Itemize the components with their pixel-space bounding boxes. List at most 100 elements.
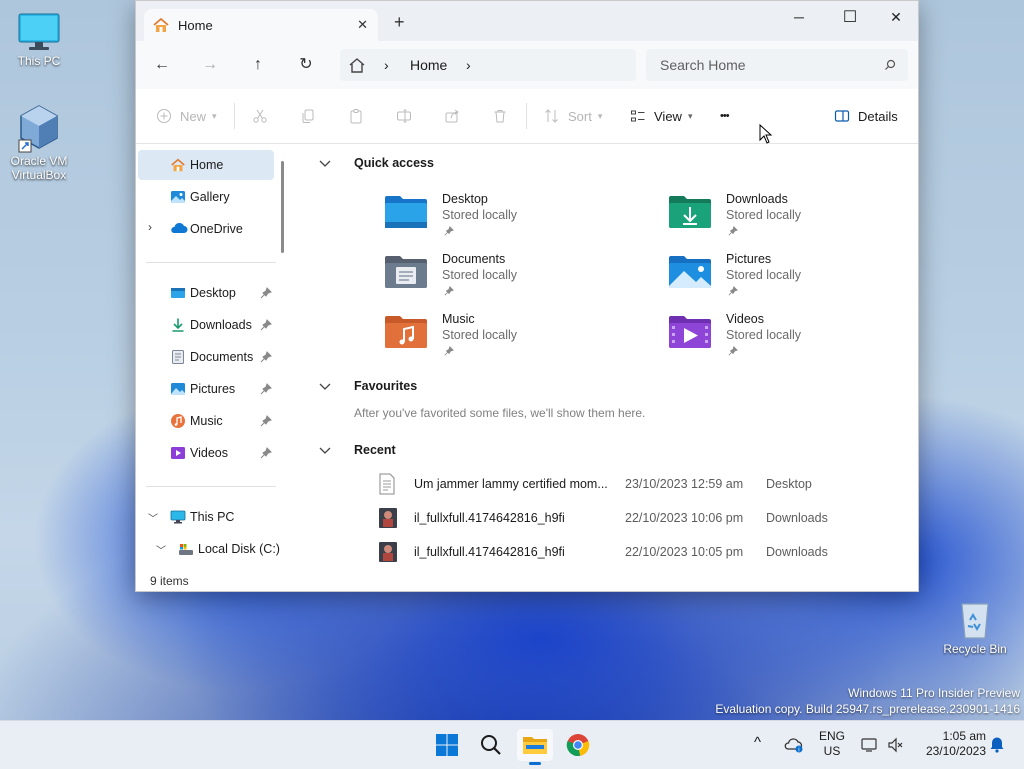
sidebar-item-pictures[interactable]: Pictures — [138, 374, 274, 404]
home-icon[interactable] — [348, 57, 366, 73]
language-code: ENG — [818, 729, 845, 743]
rename-button[interactable] — [396, 105, 412, 127]
region-code: US — [823, 744, 841, 758]
copy-button[interactable] — [300, 105, 316, 127]
close-button[interactable]: ✕ — [873, 5, 918, 29]
taskbar-file-explorer[interactable] — [517, 729, 553, 765]
clock[interactable]: 1:05 am 23/10/2023 — [914, 729, 986, 759]
monitor-icon — [170, 510, 186, 524]
pin-icon — [260, 287, 272, 299]
sidebar-item-local-disk[interactable]: ﹀ Local Disk (C:) — [138, 534, 284, 564]
quick-access-status: Stored locally — [726, 328, 802, 342]
chevron-right-icon[interactable]: › — [148, 220, 152, 234]
sidebar-item-onedrive[interactable]: › OneDrive — [138, 214, 274, 244]
section-header-favourites[interactable]: Favourites — [319, 379, 417, 393]
more-options-button[interactable]: ••• — [720, 105, 730, 127]
details-pane-button[interactable]: Details — [834, 105, 898, 127]
sidebar-item-label: OneDrive — [190, 222, 243, 236]
sidebar-item-label: Music — [190, 414, 223, 428]
start-button[interactable] — [429, 729, 465, 761]
share-icon — [445, 109, 459, 123]
clipboard-icon — [350, 109, 362, 124]
chevron-down-icon — [319, 160, 331, 167]
language-indicator[interactable]: ENG US — [816, 729, 848, 759]
search-box[interactable]: Search Home — [646, 49, 908, 81]
minimize-button[interactable]: ─ — [776, 5, 822, 29]
quick-access-music[interactable]: Music Stored locally — [384, 312, 644, 368]
monitor-icon — [18, 13, 60, 50]
pictures-icon — [171, 383, 185, 395]
address-bar[interactable]: › Home › — [340, 49, 636, 81]
new-button[interactable]: New ▾ — [156, 105, 217, 127]
network-icon[interactable] — [861, 737, 879, 753]
forward-button[interactable]: → — [198, 55, 222, 75]
sidebar-item-documents[interactable]: Documents — [138, 342, 274, 372]
paste-button[interactable] — [348, 105, 364, 127]
sidebar-scrollbar[interactable] — [281, 161, 284, 253]
pictures-folder-icon — [669, 256, 711, 288]
recent-file-name: Um jammer lammy certified mom... — [414, 477, 608, 491]
taskbar-chrome[interactable] — [560, 729, 596, 761]
cut-button[interactable] — [252, 105, 268, 127]
recent-row[interactable]: il_fullxfull.4174642816_h9fi 22/10/2023 … — [378, 505, 918, 533]
sidebar-item-gallery[interactable]: Gallery — [138, 182, 274, 212]
clock-date: 23/10/2023 — [925, 744, 986, 758]
pin-icon — [728, 226, 738, 236]
pin-icon — [260, 447, 272, 459]
recent-file-date: 22/10/2023 10:05 pm — [625, 545, 744, 559]
section-header-quick-access[interactable]: Quick access — [319, 156, 434, 170]
notification-bell-icon[interactable] — [989, 735, 1005, 753]
sidebar-item-downloads[interactable]: Downloads — [138, 310, 274, 340]
back-button[interactable]: ← — [150, 55, 174, 75]
hidden-icons-chevron[interactable]: ^ — [754, 735, 761, 750]
pin-icon — [728, 286, 738, 296]
quick-access-documents[interactable]: Documents Stored locally — [384, 252, 644, 308]
new-tab-button[interactable]: + — [394, 13, 405, 31]
sidebar-item-home[interactable]: Home — [138, 150, 274, 180]
maximize-button[interactable]: ☐ — [827, 5, 873, 29]
search-button[interactable] — [473, 729, 509, 761]
chevron-down-icon[interactable]: ﹀ — [148, 510, 158, 525]
desktop-icon-virtualbox[interactable]: Oracle VM VirtualBox — [1, 104, 77, 182]
quick-access-desktop[interactable]: Desktop Stored locally — [384, 192, 644, 248]
sidebar-item-music[interactable]: Music — [138, 406, 274, 436]
pin-icon — [444, 346, 454, 356]
tab-title: Home — [178, 17, 213, 33]
tab-close-icon[interactable]: ✕ — [357, 17, 368, 33]
quick-access-status: Stored locally — [442, 328, 518, 342]
quick-access-pictures[interactable]: Pictures Stored locally — [668, 252, 918, 308]
recent-row[interactable]: il_fullxfull.4174642816_h9fi 22/10/2023 … — [378, 539, 918, 567]
trash-icon — [494, 110, 506, 123]
view-button[interactable]: View ▾ — [630, 105, 692, 127]
section-header-recent[interactable]: Recent — [319, 443, 396, 457]
onedrive-status-icon[interactable]: i — [784, 737, 804, 753]
breadcrumb-current[interactable]: Home — [410, 57, 447, 73]
status-bar: 9 items — [136, 571, 918, 591]
breadcrumb-separator[interactable]: › — [384, 57, 389, 73]
tab-home[interactable]: Home ✕ — [144, 9, 378, 41]
refresh-button[interactable]: ↻ — [294, 55, 318, 75]
quick-access-downloads[interactable]: Downloads Stored locally — [668, 192, 918, 248]
desktop-icon-this-pc[interactable]: This PC — [1, 10, 77, 68]
active-app-indicator — [529, 762, 541, 765]
sidebar-item-label: This PC — [190, 510, 235, 524]
desktop-icon-recycle-bin[interactable]: Recycle Bin — [937, 598, 1013, 656]
sidebar-item-videos[interactable]: Videos — [138, 438, 274, 468]
quick-access-videos[interactable]: Videos Stored locally — [668, 312, 918, 368]
recent-file-date: 23/10/2023 12:59 am — [625, 477, 744, 491]
document-icon — [172, 350, 184, 364]
favourites-empty-message: After you've favorited some files, we'll… — [354, 406, 646, 420]
sort-button[interactable]: Sort ▾ — [544, 105, 602, 127]
volume-muted-icon[interactable] — [887, 737, 903, 753]
quick-access-status: Stored locally — [726, 268, 802, 282]
recycle-bin-icon — [961, 603, 989, 639]
delete-button[interactable] — [492, 105, 508, 127]
recent-row[interactable]: Um jammer lammy certified mom... 23/10/2… — [378, 471, 918, 499]
breadcrumb-separator[interactable]: › — [466, 57, 471, 73]
chevron-down-icon[interactable]: ﹀ — [156, 542, 166, 557]
share-button[interactable] — [444, 105, 460, 127]
up-button[interactable]: ↑ — [246, 55, 270, 75]
quick-access-name: Desktop — [442, 192, 488, 206]
sidebar-item-desktop[interactable]: Desktop — [138, 278, 274, 308]
sidebar-item-this-pc[interactable]: ﹀ This PC — [138, 502, 274, 532]
